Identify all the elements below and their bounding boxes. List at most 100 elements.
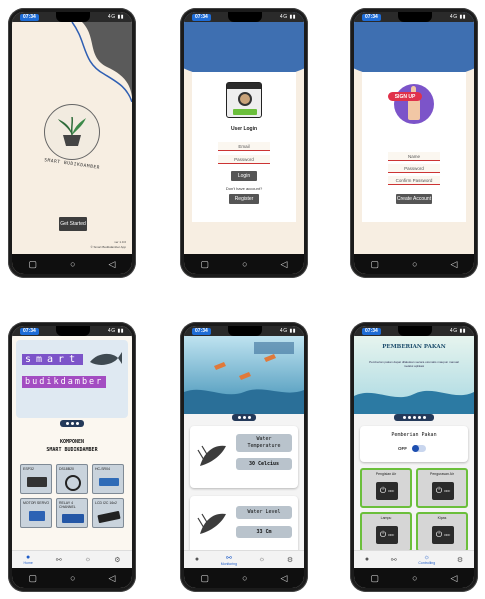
home-system-button[interactable]: ○ bbox=[70, 259, 75, 269]
signal-icon: 4G ▮▮ bbox=[279, 328, 296, 334]
esp32-board-icon bbox=[27, 477, 47, 487]
phone-control: 07:34 4G ▮▮ PEMBERIAN PAKAN Pemberian pa… bbox=[350, 322, 478, 592]
camera-notch bbox=[398, 326, 433, 336]
signal-icon: 4G ▮▮ bbox=[449, 14, 466, 20]
recent-apps-button[interactable]: ▢ bbox=[201, 259, 210, 270]
water-level-card: Water Level 33 Cm bbox=[190, 496, 298, 554]
temperature-label-line2: Temperature bbox=[247, 443, 281, 449]
nav-controlling[interactable]: ☼ Controlling bbox=[418, 554, 435, 565]
nav-monitoring-label: Monitoring bbox=[220, 561, 238, 566]
password-input[interactable]: Password bbox=[218, 155, 270, 164]
home-banner[interactable]: smart budikdamber bbox=[16, 340, 128, 418]
back-button[interactable]: ◁ bbox=[281, 573, 288, 584]
pump-out-power-button[interactable]: ⏻ OFF bbox=[432, 482, 454, 500]
nav-monitoring[interactable]: ⚯ Monitoring bbox=[221, 554, 237, 566]
heater-power-button[interactable]: ⏻ OFF bbox=[432, 526, 454, 544]
system-navbar: ▢ ○ ◁ bbox=[12, 254, 132, 274]
lamp-state: OFF bbox=[388, 533, 395, 537]
recent-apps-button[interactable]: ▢ bbox=[371, 573, 380, 584]
home-system-button[interactable]: ○ bbox=[412, 259, 417, 269]
status-bar: 07:34 4G ▮▮ bbox=[12, 326, 132, 336]
component-card[interactable]: MOTOR SERVO bbox=[20, 498, 52, 528]
home-nav-icon[interactable]: ● bbox=[365, 556, 369, 563]
component-label: RELAY 4 CHANNEL bbox=[59, 501, 76, 509]
header-blue-curve bbox=[354, 12, 474, 80]
email-input[interactable]: Email bbox=[218, 142, 270, 151]
phone-splash: 07:34 4G ▮▮ SMART BUDIKDAMBER Get Starte… bbox=[8, 8, 136, 278]
create-account-button[interactable]: Create Account bbox=[396, 194, 432, 204]
feeding-label: Pemberian Pakan bbox=[391, 432, 437, 438]
fish-nav-icon[interactable]: ⚯ bbox=[391, 556, 397, 564]
login-title: User Login bbox=[230, 126, 258, 132]
signup-badge: SIGN UP bbox=[388, 92, 422, 101]
component-card[interactable]: ESP32 bbox=[20, 464, 52, 494]
system-navbar: ▢ ○ ◁ bbox=[184, 568, 304, 588]
back-button[interactable]: ◁ bbox=[451, 573, 458, 584]
settings-nav-icon[interactable]: ⚙ bbox=[287, 556, 293, 564]
component-grid: ESP32 DS18B20 HC-SR04 MOTOR SERVO RELAY … bbox=[20, 464, 124, 528]
pump-in-label: Pengisian Air bbox=[375, 472, 397, 476]
pump-out-label: Pengurasan Air bbox=[430, 472, 454, 476]
component-card[interactable]: RELAY 4 CHANNEL bbox=[56, 498, 88, 528]
system-navbar: ▢ ○ ◁ bbox=[354, 568, 474, 588]
fish-nav-icon[interactable]: ⚯ bbox=[56, 556, 62, 564]
pump-in-power-button[interactable]: ⏻ OFF bbox=[376, 482, 398, 500]
temperature-value: 30 Celcius bbox=[236, 458, 292, 470]
register-button[interactable]: Register bbox=[229, 194, 259, 204]
power-icon: ⏻ bbox=[379, 486, 387, 495]
monitoring-banner[interactable] bbox=[184, 336, 304, 414]
home-system-button[interactable]: ○ bbox=[70, 573, 75, 583]
feeding-banner-text: Pemberian pakan dapat dilakukan secara o… bbox=[369, 360, 459, 368]
back-button[interactable]: ◁ bbox=[451, 259, 458, 270]
home-nav-icon[interactable]: ● bbox=[195, 556, 199, 563]
component-label: HC-SR04 bbox=[95, 467, 110, 471]
component-label: ESP32 bbox=[23, 467, 34, 471]
lamp-power-button[interactable]: ⏻ OFF bbox=[376, 526, 398, 544]
camera-notch bbox=[398, 12, 433, 22]
temp-sensor-cable-icon bbox=[65, 475, 81, 491]
bottom-navigation: ● ⚯ Monitoring ☼ ⚙ bbox=[184, 550, 304, 568]
recent-apps-button[interactable]: ▢ bbox=[29, 259, 38, 270]
bulb-nav-icon[interactable]: ☼ bbox=[85, 556, 91, 563]
status-bar: 07:34 4G ▮▮ bbox=[184, 326, 304, 336]
component-card[interactable]: LCD I2C 16x2 bbox=[92, 498, 124, 528]
back-button[interactable]: ◁ bbox=[281, 259, 288, 270]
home-system-button[interactable]: ○ bbox=[412, 573, 417, 583]
confirm-password-input[interactable]: Confirm Password bbox=[388, 176, 440, 185]
signal-icon: 4G ▮▮ bbox=[449, 328, 466, 334]
login-button[interactable]: Login bbox=[231, 171, 257, 181]
recent-apps-button[interactable]: ▢ bbox=[371, 259, 380, 270]
settings-nav-icon[interactable]: ⚙ bbox=[114, 556, 120, 564]
back-button[interactable]: ◁ bbox=[109, 259, 116, 270]
signup-illustration-icon bbox=[394, 84, 434, 124]
system-navbar: ▢ ○ ◁ bbox=[354, 254, 474, 274]
back-button[interactable]: ◁ bbox=[109, 573, 116, 584]
feeding-banner[interactable]: PEMBERIAN PAKAN Pemberian pakan dapat di… bbox=[354, 336, 474, 414]
power-icon: ⏻ bbox=[379, 530, 387, 539]
bulb-nav-icon[interactable]: ☼ bbox=[259, 556, 265, 563]
home-icon: ● bbox=[26, 554, 31, 561]
settings-nav-icon[interactable]: ⚙ bbox=[457, 556, 463, 564]
camera-notch bbox=[56, 12, 91, 22]
component-card[interactable]: DS18B20 bbox=[56, 464, 88, 494]
password-input[interactable]: Password bbox=[388, 164, 440, 173]
status-bar: 07:34 4G ▮▮ bbox=[12, 12, 132, 22]
status-time: 07:34 bbox=[192, 13, 211, 21]
home-system-button[interactable]: ○ bbox=[242, 573, 247, 583]
camera-notch bbox=[228, 326, 263, 336]
get-started-button[interactable]: Get Started bbox=[59, 217, 87, 231]
relay-module-icon bbox=[62, 514, 84, 523]
name-input[interactable]: Name bbox=[388, 152, 440, 161]
component-card[interactable]: HC-SR04 bbox=[92, 464, 124, 494]
feeding-toggle[interactable] bbox=[412, 445, 426, 452]
phone-login: 07:34 4G ▮▮ User Login Email Password Lo… bbox=[180, 8, 308, 278]
water-level-value: 33 Cm bbox=[236, 526, 292, 538]
status-time: 07:34 bbox=[362, 327, 381, 335]
water-level-label: Water Level bbox=[236, 506, 292, 519]
pump-out-card: Pengurasan Air ⏻ OFF bbox=[416, 468, 468, 508]
recent-apps-button[interactable]: ▢ bbox=[29, 573, 38, 584]
recent-apps-button[interactable]: ▢ bbox=[201, 573, 210, 584]
home-system-button[interactable]: ○ bbox=[242, 259, 247, 269]
nav-home[interactable]: ● Home bbox=[24, 554, 33, 565]
catfish-icon bbox=[197, 513, 226, 534]
